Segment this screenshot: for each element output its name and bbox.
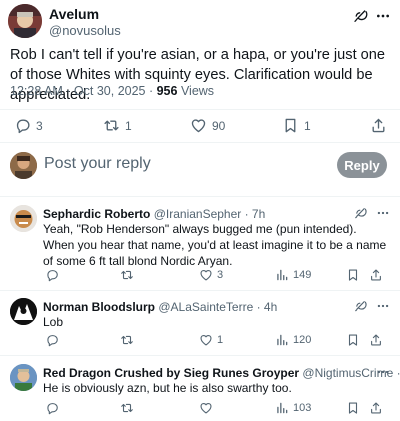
bookmark-icon: [282, 117, 299, 134]
reply-action[interactable]: [45, 401, 59, 415]
like-action[interactable]: [199, 401, 213, 415]
author-handle[interactable]: @novusolus: [49, 23, 121, 38]
bookmark-action[interactable]: 1: [282, 117, 311, 134]
reply-icon: [45, 333, 59, 347]
divider: [0, 196, 400, 197]
share-icon: [369, 268, 383, 282]
views-count: 149: [293, 269, 312, 281]
views-icon: [275, 268, 289, 282]
repost-icon: [120, 333, 134, 347]
reply-action[interactable]: [45, 268, 59, 282]
bookmark-action[interactable]: [346, 333, 360, 347]
like-icon: [199, 333, 213, 347]
more-icon[interactable]: [375, 365, 393, 381]
views-count: 956: [156, 84, 178, 98]
reply-header: Norman Bloodslurp @ALaSainteTerre · 4h: [43, 300, 277, 314]
more-icon[interactable]: [374, 8, 392, 24]
reply-text: Lob: [43, 315, 64, 329]
reply-icon: [14, 117, 31, 134]
like-icon: [190, 117, 207, 134]
reply-text: He is obviously azn, but he is also swar…: [43, 381, 292, 395]
divider: [0, 109, 400, 110]
bookmark-icon: [346, 333, 360, 347]
divider: [0, 355, 400, 356]
grok-icon[interactable]: [354, 206, 370, 222]
more-icon[interactable]: [375, 299, 393, 315]
author-avatar[interactable]: [8, 4, 42, 38]
like-action[interactable]: 90: [190, 117, 225, 134]
reply-action[interactable]: [45, 333, 59, 347]
bookmark-action[interactable]: [346, 401, 360, 415]
views-action[interactable]: 149: [275, 268, 311, 282]
like-count: 3: [217, 269, 224, 281]
reply-action[interactable]: 3: [14, 117, 43, 134]
share-action[interactable]: [370, 117, 387, 134]
share-action[interactable]: [369, 333, 383, 347]
views-count: 103: [293, 402, 312, 414]
share-action[interactable]: [369, 268, 383, 282]
repost-icon: [120, 401, 134, 415]
share-action[interactable]: [369, 401, 383, 415]
views-icon: [275, 333, 289, 347]
reply-icon: [45, 401, 59, 415]
more-icon[interactable]: [375, 206, 393, 222]
like-icon: [199, 401, 213, 415]
reply-handle-time[interactable]: @IranianSepher · 7h: [154, 207, 266, 221]
repost-icon: [120, 268, 134, 282]
repost-icon: [103, 117, 120, 134]
reply-avatar[interactable]: [10, 298, 37, 325]
views-action[interactable]: 103: [275, 401, 311, 415]
reply-header: Red Dragon Crushed by Sieg Runes Groyper…: [43, 366, 400, 380]
bookmark-count: 1: [304, 118, 311, 133]
reply-avatar[interactable]: [10, 205, 37, 232]
like-icon: [199, 268, 213, 282]
bookmark-icon: [346, 268, 360, 282]
share-icon: [369, 401, 383, 415]
current-user-avatar: [10, 152, 37, 179]
share-icon: [369, 333, 383, 347]
divider: [0, 290, 400, 291]
divider: [0, 142, 400, 143]
reply-text: Yeah, "Rob Henderson" always bugged me (…: [43, 222, 387, 268]
reply-input[interactable]: Post your reply: [44, 155, 151, 173]
repost-action[interactable]: [120, 401, 134, 415]
post-meta: 12:28 AM · Oct 30, 2025 · 956 Views: [10, 84, 214, 98]
reply-author-name[interactable]: Sephardic Roberto: [43, 207, 150, 221]
bookmark-icon: [346, 401, 360, 415]
reply-avatar[interactable]: [10, 364, 37, 391]
post-timestamp[interactable]: 12:28 AM · Oct 30, 2025 ·: [10, 84, 157, 98]
like-action[interactable]: 3: [199, 268, 223, 282]
reply-author-name[interactable]: Red Dragon Crushed by Sieg Runes Groyper: [43, 366, 299, 380]
reply-header: Sephardic Roberto @IranianSepher · 7h: [43, 207, 265, 221]
views-count: 120: [293, 334, 312, 346]
repost-count: 1: [125, 118, 132, 133]
like-count: 1: [217, 334, 224, 346]
like-action[interactable]: 1: [199, 333, 223, 347]
grok-icon[interactable]: [353, 8, 369, 24]
views-label: Views: [177, 84, 215, 98]
grok-icon[interactable]: [354, 299, 370, 315]
views-action[interactable]: 120: [275, 333, 311, 347]
views-icon: [275, 401, 289, 415]
author-name[interactable]: Avelum: [49, 6, 99, 22]
reply-author-name[interactable]: Norman Bloodslurp: [43, 300, 155, 314]
bookmark-action[interactable]: [346, 268, 360, 282]
reply-icon: [45, 268, 59, 282]
repost-action[interactable]: [120, 333, 134, 347]
repost-action[interactable]: [120, 268, 134, 282]
reply-handle-time[interactable]: @ALaSainteTerre · 4h: [158, 300, 277, 314]
reply-button[interactable]: Reply: [337, 152, 387, 178]
repost-action[interactable]: 1: [103, 117, 132, 134]
share-icon: [370, 117, 387, 134]
like-count: 90: [212, 118, 226, 133]
reply-count: 3: [36, 118, 43, 133]
